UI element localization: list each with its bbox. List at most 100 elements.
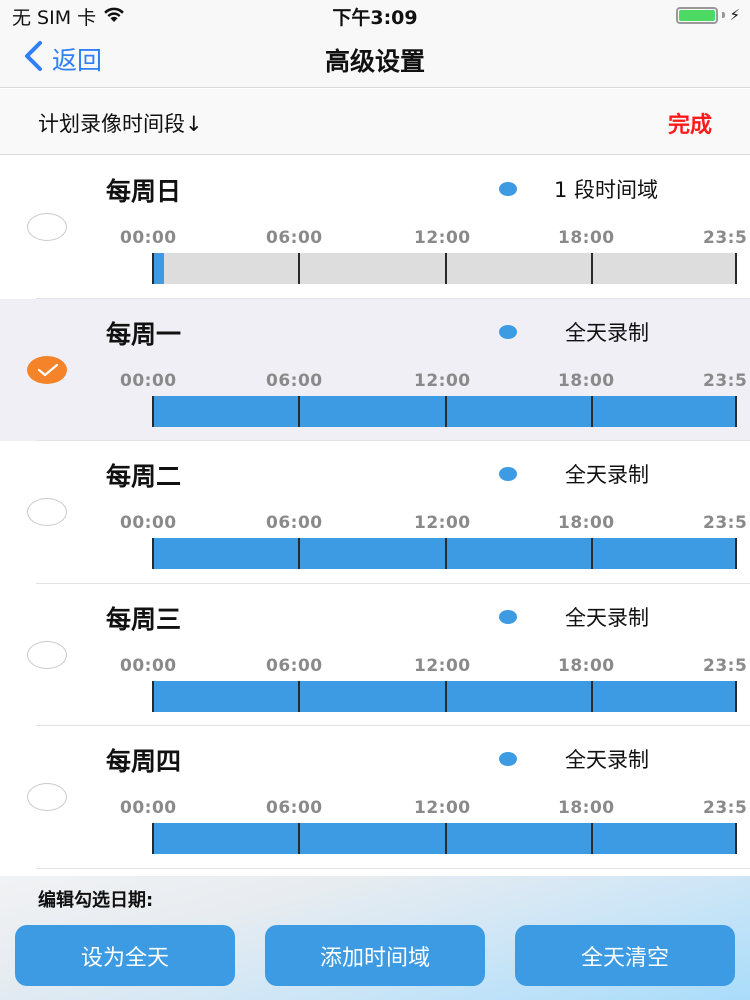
hour-divider: [298, 823, 301, 854]
day-timeline[interactable]: [152, 680, 737, 712]
day-name: 每周日: [106, 177, 182, 206]
day-status: 1 段时间域: [554, 178, 659, 202]
day-timeline[interactable]: [152, 823, 737, 854]
status-right: ⚡: [676, 6, 740, 24]
tick-label: 06:00: [266, 655, 323, 676]
day-row[interactable]: 每周三 全天录制 00:00 06:00 12:00 18:00 23:5: [0, 583, 750, 726]
tick-label: 23:5: [703, 370, 748, 391]
legend-dot: [499, 609, 517, 624]
tick-label: 12:00: [414, 513, 471, 533]
set-full-day-button[interactable]: 设为全天: [15, 925, 235, 986]
tick-labels: 00:00 06:00 12:00 18:00 23:5: [120, 798, 750, 818]
day-checkbox[interactable]: [27, 355, 67, 384]
day-row[interactable]: 每周一 全天录制 00:00 06:00 12:00 18:00 23:5: [0, 298, 750, 441]
hour-divider: [735, 395, 737, 427]
hour-divider: [590, 680, 593, 712]
schedule-title[interactable]: 计划录像时间段↓: [38, 108, 203, 138]
tick-labels: 00:00 06:00 12:00 18:00 23:5: [120, 371, 750, 391]
tick-label: 12:00: [414, 798, 471, 818]
hour-divider: [298, 253, 301, 284]
day-checkbox[interactable]: [27, 640, 67, 669]
day-timeline[interactable]: [152, 538, 737, 569]
day-timeline[interactable]: [152, 253, 737, 284]
clear-day-button[interactable]: 全天清空: [515, 925, 735, 986]
day-row[interactable]: 每周日 1 段时间域 00:00 06:00 12:00 18:00 23:5: [0, 156, 750, 299]
hour-divider: [735, 253, 737, 284]
hour-divider: [735, 538, 737, 569]
tick-label: 18:00: [558, 513, 615, 533]
tick-label: 18:00: [558, 370, 615, 391]
bottom-panel: 编辑勾选日期: 设为全天 添加时间域 全天清空: [0, 876, 750, 1000]
tick-labels: 00:00 06:00 12:00 18:00 23:5: [120, 656, 750, 676]
hour-divider: [298, 395, 301, 427]
nav-bar: 返回 高级设置: [0, 30, 750, 88]
hour-divider: [735, 680, 737, 712]
tick-label: 06:00: [266, 798, 323, 818]
tick-label: 12:00: [414, 228, 471, 248]
tick-label: 18:00: [558, 798, 615, 818]
day-row[interactable]: 每周四 全天录制 00:00 06:00 12:00 18:00 23:5: [0, 726, 750, 869]
hour-divider: [590, 395, 593, 427]
bolt-icon: ⚡: [729, 6, 740, 24]
tick-label: 00:00: [120, 513, 177, 533]
tick-label: 00:00: [120, 228, 177, 248]
legend-dot: [499, 324, 517, 339]
tick-label: 06:00: [266, 228, 323, 248]
tick-label: 06:00: [266, 370, 323, 391]
day-name: 每周一: [106, 319, 182, 349]
day-status: 全天录制: [565, 463, 649, 487]
hour-divider: [298, 538, 301, 569]
legend-dot: [499, 467, 517, 481]
status-time: 下午3:09: [332, 7, 418, 29]
add-time-range-button[interactable]: 添加时间域: [265, 925, 485, 986]
battery-fill: [679, 9, 716, 21]
tick-label: 23:5: [703, 228, 748, 248]
tick-label: 00:00: [120, 655, 177, 676]
day-checkbox[interactable]: [27, 498, 67, 526]
hour-divider: [444, 253, 447, 284]
tick-labels: 00:00 06:00 12:00 18:00 23:5: [120, 228, 750, 248]
day-status: 全天录制: [565, 748, 649, 772]
hour-divider: [152, 395, 154, 427]
hour-divider: [444, 680, 447, 712]
day-name: 每周三: [106, 604, 182, 634]
tick-label: 00:00: [120, 370, 177, 391]
tick-label: 18:00: [558, 655, 615, 676]
tick-label: 18:00: [558, 228, 615, 248]
day-checkbox[interactable]: [27, 213, 67, 241]
hour-divider: [152, 538, 154, 569]
tick-label: 12:00: [414, 370, 471, 391]
battery-icon: [676, 6, 719, 24]
day-name: 每周二: [106, 462, 182, 491]
day-timeline[interactable]: [152, 395, 737, 427]
hour-divider: [298, 680, 301, 712]
page-title: 高级设置: [324, 47, 425, 76]
tick-label: 23:5: [703, 655, 748, 676]
done-button[interactable]: 完成: [668, 107, 712, 139]
battery-tip: [722, 12, 726, 18]
hour-divider: [590, 823, 593, 854]
tick-label: 06:00: [266, 513, 323, 533]
schedule-header: 计划录像时间段↓ 完成: [0, 89, 750, 155]
day-checkbox[interactable]: [27, 783, 67, 811]
edit-selected-label: 编辑勾选日期:: [38, 890, 154, 911]
checkmark-icon: [37, 363, 59, 376]
tick-labels: 00:00 06:00 12:00 18:00 23:5: [120, 513, 750, 533]
hour-divider: [444, 395, 447, 427]
day-list: 每周日 1 段时间域 00:00 06:00 12:00 18:00 23:5 每周一 …: [0, 156, 750, 869]
tick-label: 23:5: [703, 513, 748, 533]
day-row[interactable]: 每周二 全天录制 00:00 06:00 12:00 18:00 23:5: [0, 441, 750, 584]
status-bar: 无 SIM 卡 下午3:09 ⚡: [0, 0, 750, 30]
day-status: 全天录制: [565, 320, 649, 345]
hour-divider: [590, 253, 593, 284]
day-status: 全天录制: [565, 605, 649, 630]
hour-divider: [444, 538, 447, 569]
row-separator: [36, 867, 750, 869]
hour-divider: [152, 680, 154, 712]
tick-label: 23:5: [703, 798, 748, 818]
hour-divider: [152, 823, 154, 854]
tick-label: 00:00: [120, 798, 177, 818]
legend-dot: [499, 182, 517, 196]
hour-divider: [444, 823, 447, 854]
day-name: 每周四: [106, 747, 182, 776]
